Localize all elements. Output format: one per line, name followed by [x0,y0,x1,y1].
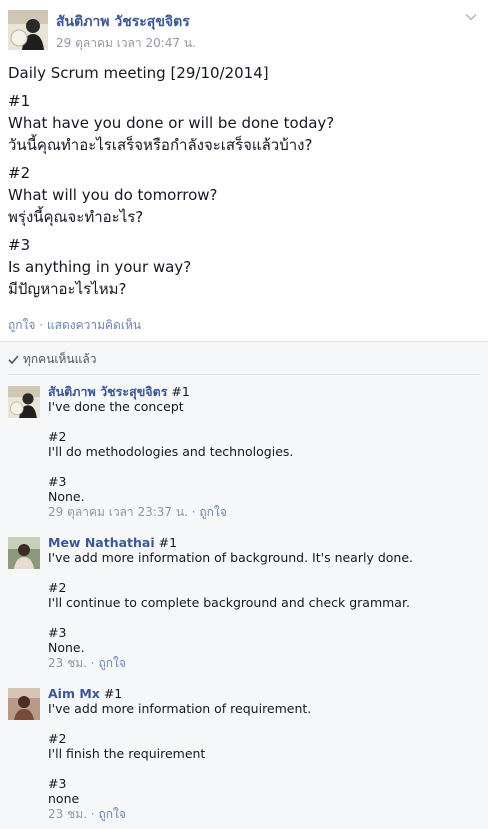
seen-label: ทุกคนเห็นแล้ว [23,352,97,366]
post-header: สันติภาพ วัชระสุขจิตร 29 ตุลาคม เวลา 20:… [8,10,480,50]
post-author-name[interactable]: สันติภาพ วัชระสุขจิตร [56,11,190,33]
post-line: Daily Scrum meeting [29/10/2014] [8,64,269,82]
commenter-name[interactable]: Mew Nathathai [48,535,155,550]
commenter-avatar[interactable] [8,537,40,569]
separator: · [191,505,196,519]
comment-text: #2 [48,731,67,746]
comment-body: สันติภาพ วัชระสุขจิตร #1 I've done the c… [48,384,478,520]
commenter-name[interactable]: Aim Mx [48,686,100,701]
post-line: วันนี้คุณทำอะไรเสร็จหรือกำลังจะเสร็จแล้ว… [8,136,313,154]
comment-meta: 23 ชม. · ถูกใจ [48,807,478,822]
comment-text: I'll finish the requirement [48,746,206,761]
comment-meta: 23 ชม. · ถูกใจ [48,656,478,671]
comment-text: I'll continue to complete background and… [48,595,410,610]
chevron-down-icon[interactable] [464,10,478,24]
comment-meta: 29 ตุลาคม เวลา 23:37 น. · ถูกใจ [48,505,478,520]
commenter-avatar[interactable] [8,386,40,418]
post-body: Daily Scrum meeting [29/10/2014] #1 What… [8,62,478,300]
post-line: Is anything in your way? [8,258,192,276]
comment-text: I'll do methodologies and technologies. [48,444,294,459]
post-line: #2 [8,164,31,182]
comment-text: #1 [103,686,123,701]
comment-body: Aim Mx #1 I've add more information of r… [48,686,478,822]
comment-link[interactable]: แสดงความคิดเห็น [47,318,141,332]
comment-text: #3 [48,474,67,489]
comment-text: #2 [48,580,67,595]
commenter-name[interactable]: สันติภาพ วัชระสุขจิตร [48,384,167,399]
comment-text: #3 [48,776,67,791]
like-link[interactable]: ถูกใจ [8,318,35,332]
post-line: พรุ่งนี้คุณจะทำอะไร? [8,208,144,226]
post-line: What will you do tomorrow? [8,186,218,204]
comment-like-link[interactable]: ถูกใจ [98,656,125,670]
seen-by-everyone: ทุกคนเห็นแล้ว [8,350,96,369]
checkmark-icon [8,354,19,364]
post-line: #3 [8,236,31,254]
comment-like-link[interactable]: ถูกใจ [98,807,125,821]
comment-text: I've add more information of background.… [48,550,413,565]
separator: · [90,807,95,821]
comment-text: #2 [48,429,67,444]
comment-like-link[interactable]: ถูกใจ [199,505,226,519]
post-actions: ถูกใจ · แสดงความคิดเห็น [8,316,141,335]
comment-text: None. [48,640,85,655]
post-line: มีปัญหาอะไรไหม? [8,280,127,298]
comment-text: I've done the concept [48,399,184,414]
divider [8,374,480,375]
comment-text: None. [48,489,85,504]
comment-text: none [48,791,80,806]
comment-text: #1 [171,384,190,399]
comment-timestamp[interactable]: 23 ชม. [48,656,87,670]
comment-timestamp[interactable]: 23 ชม. [48,807,87,821]
separator: · [39,318,44,332]
comment-text: I've add more information of requirement… [48,701,312,716]
comment-timestamp[interactable]: 29 ตุลาคม เวลา 23:37 น. [48,505,188,519]
author-avatar[interactable] [8,10,48,50]
comment-text: #3 [48,625,67,640]
post-timestamp[interactable]: 29 ตุลาคม เวลา 20:47 น. [56,34,196,53]
post-line: What have you done or will be done today… [8,114,335,132]
commenter-avatar[interactable] [8,688,40,720]
post-line: #1 [8,92,31,110]
comments-area: ทุกคนเห็นแล้ว สันติภาพ วัชระสุขจิตร #1 I… [0,341,488,829]
separator: · [90,656,95,670]
comment-body: Mew Nathathai #1 I've add more informati… [48,535,478,671]
comment-text: #1 [158,535,178,550]
